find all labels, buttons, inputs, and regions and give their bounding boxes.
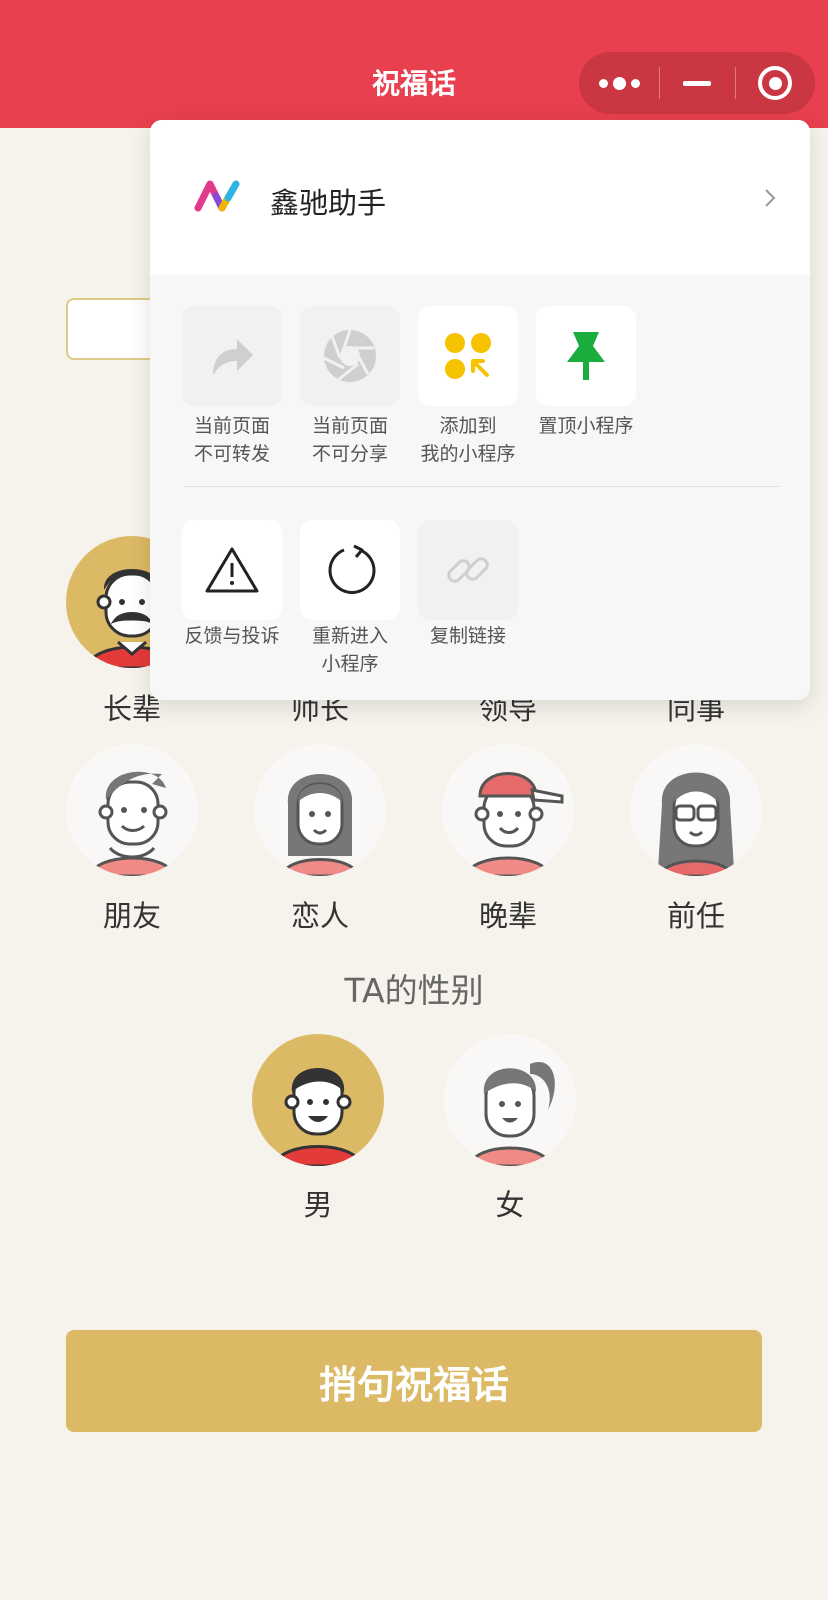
add-to-my-mini-programs-label: 添加到 我的小程序 — [420, 415, 516, 465]
reenter-tile[interactable] — [300, 520, 400, 620]
avatar-friend[interactable] — [66, 744, 198, 876]
copy-link-tile — [418, 520, 518, 620]
aperture-icon — [323, 329, 376, 382]
more-button[interactable] — [579, 52, 659, 114]
menu-divider — [184, 486, 780, 487]
app-info-row[interactable]: 鑫驰助手 — [150, 120, 810, 275]
mini-program-menu: 鑫驰助手 当前页面 不可转发 当前页面 不可分享 添加到 我的小程序 置顶小程序… — [150, 120, 810, 700]
forward-icon — [213, 339, 253, 375]
add-to-my-mini-programs-tile[interactable] — [418, 306, 518, 406]
refresh-icon — [328, 544, 376, 594]
gender-label: 女 — [495, 1188, 525, 1222]
relation-label: 晚辈 — [478, 899, 537, 933]
link-icon — [447, 557, 489, 583]
minimize-icon — [683, 80, 711, 86]
avatar-ex[interactable] — [630, 744, 762, 876]
more-dots-icon — [598, 76, 640, 90]
capsule-menu — [579, 52, 815, 114]
gender-section-title: TA的性别 — [344, 971, 484, 1010]
relation-label: 朋友 — [102, 899, 161, 933]
minimize-button[interactable] — [659, 52, 735, 114]
reenter-label: 重新进入 小程序 — [311, 625, 388, 675]
add-mini-program-icon — [445, 333, 491, 379]
avatar-male[interactable] — [252, 1034, 384, 1166]
gender-label: 男 — [303, 1188, 333, 1222]
app-name: 鑫驰助手 — [270, 186, 387, 220]
pin-mini-program-label: 置顶小程序 — [538, 415, 634, 437]
send-blessing-button[interactable]: 捎句祝福话 — [66, 1330, 762, 1432]
warning-icon — [205, 547, 259, 593]
share-label: 当前页面 不可分享 — [311, 415, 388, 465]
app-logo-icon — [194, 180, 240, 212]
feedback-tile[interactable] — [182, 520, 282, 620]
relation-label: 恋人 — [290, 899, 349, 933]
relation-label: 前任 — [666, 899, 725, 933]
avatar-junior[interactable] — [442, 744, 574, 876]
chevron-right-icon — [765, 189, 776, 207]
close-button[interactable] — [735, 52, 815, 114]
nav-bar: 祝福话 — [0, 0, 828, 128]
avatar-lover[interactable] — [254, 744, 386, 876]
pin-mini-program-tile[interactable] — [536, 306, 636, 406]
pin-icon — [567, 332, 605, 380]
forward-tile — [182, 306, 282, 406]
share-tile — [300, 306, 400, 406]
close-target-icon — [758, 66, 792, 100]
feedback-label: 反馈与投诉 — [184, 625, 280, 647]
copy-link-label: 复制链接 — [429, 625, 506, 647]
forward-label: 当前页面 不可转发 — [193, 415, 270, 465]
avatar-female[interactable] — [444, 1034, 576, 1166]
